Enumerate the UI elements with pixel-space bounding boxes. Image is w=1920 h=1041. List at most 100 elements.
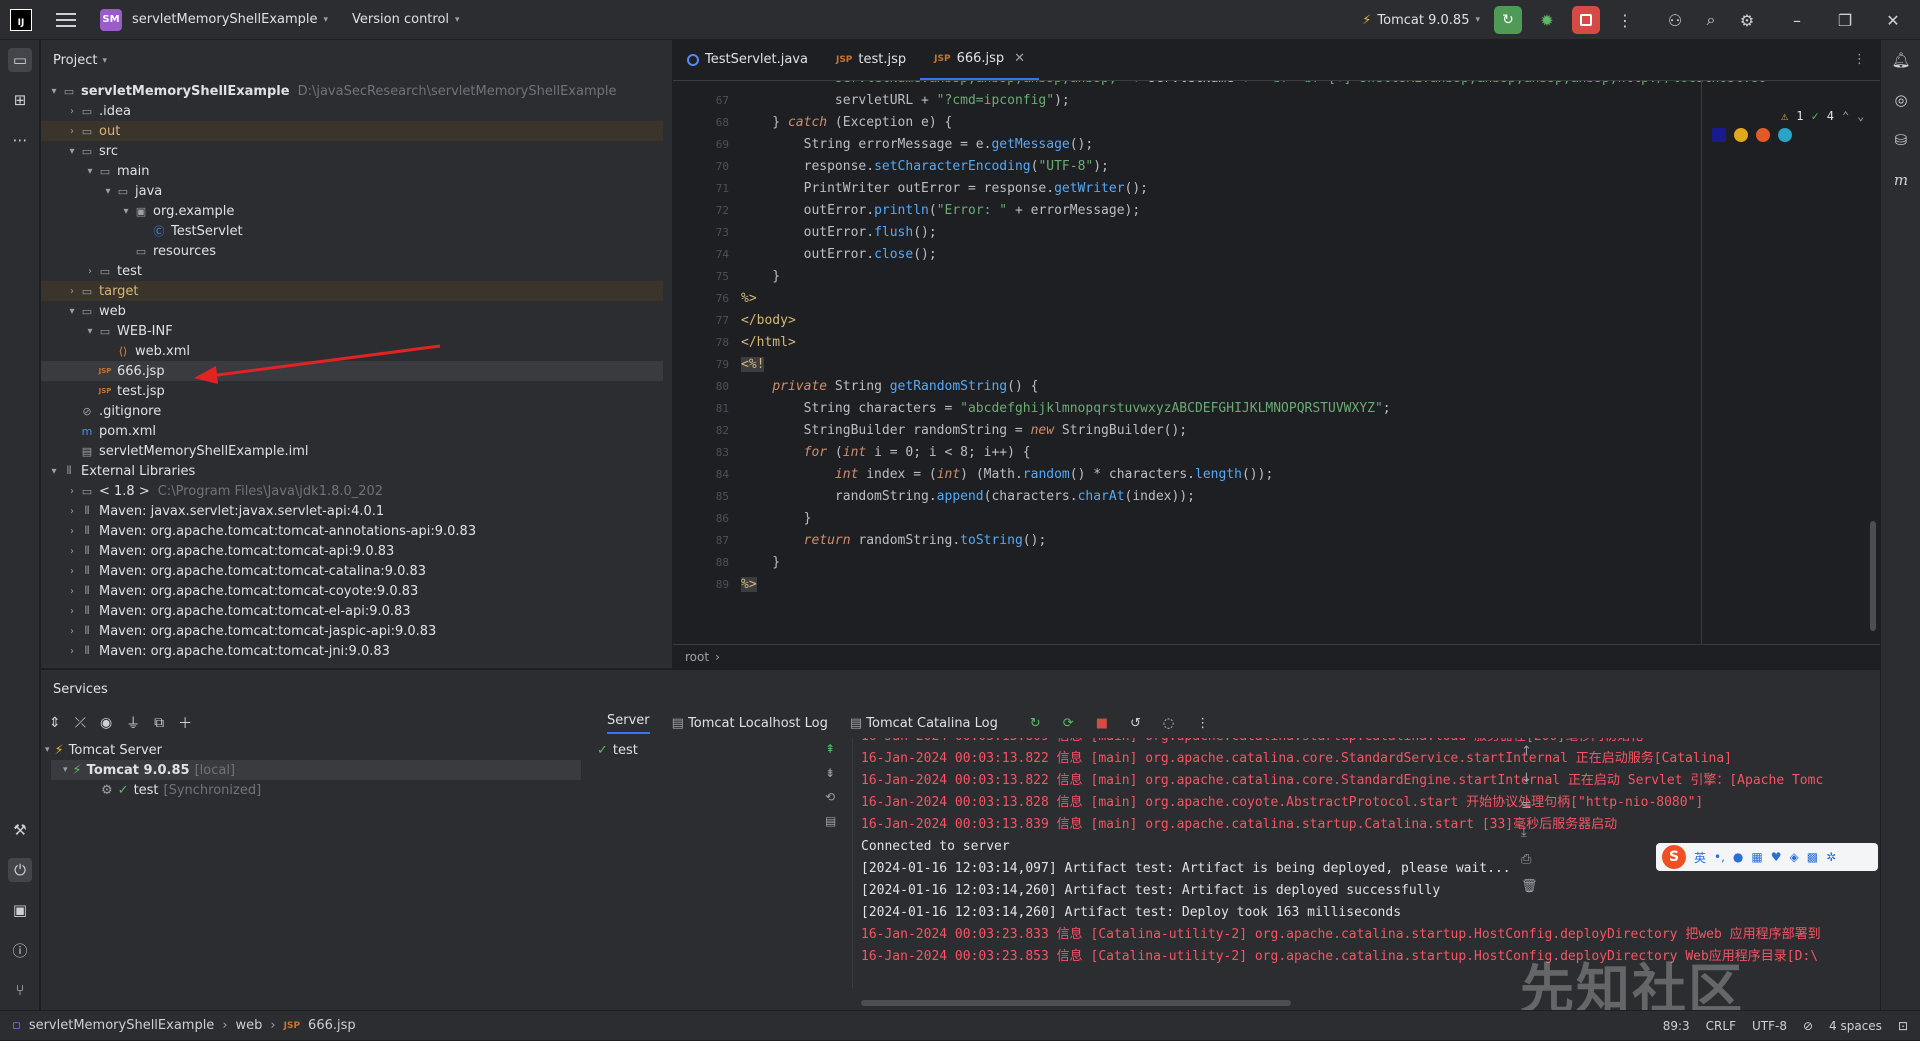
terminal-icon[interactable]: ▣ — [8, 898, 32, 922]
toolbox-icon[interactable]: ◈ — [1790, 850, 1799, 864]
tree-item[interactable]: m pom.xml — [41, 421, 663, 441]
tree-item[interactable]: ▾ ▭ java — [41, 181, 663, 201]
console-h-scrollbar[interactable] — [861, 1000, 1291, 1006]
tree-item[interactable]: Ⓒ TestServlet — [41, 221, 663, 241]
mic-icon[interactable]: ● — [1733, 850, 1743, 864]
chrome-icon[interactable] — [1734, 128, 1748, 142]
firefox-icon[interactable] — [1756, 128, 1770, 142]
expand-arrow-icon[interactable]: › — [65, 626, 79, 637]
filter-icon[interactable]: ⏚ — [126, 713, 140, 733]
expand-arrow-icon[interactable]: › — [65, 526, 79, 537]
tab-localhost-log[interactable]: ▤ Tomcat Localhost Log — [672, 716, 828, 731]
restart-icon[interactable]: ↺ — [1130, 716, 1141, 731]
expand-arrow-icon[interactable]: › — [83, 266, 97, 277]
close-tab-icon[interactable]: ✕ — [1014, 51, 1025, 66]
tree-item[interactable]: › ⫴ Maven: org.apache.tomcat:tomcat-annota… — [41, 521, 663, 541]
add-user-icon[interactable]: ⚇ — [1664, 11, 1686, 30]
tree-item[interactable]: ▭ resources — [41, 241, 663, 261]
structure-icon[interactable]: ⊞ — [8, 88, 32, 112]
code-area[interactable]: 67 68 69 70 71 72 73 74 75 76 77 78 79 80 81 82 83 84 85 86… — [673, 81, 1880, 644]
expand-all-icon[interactable]: ⇕ — [49, 715, 61, 731]
lock-icon[interactable]: ⊡ — [1898, 1019, 1908, 1033]
refresh-icon[interactable]: ⟲ — [825, 790, 836, 804]
undeploy-icon[interactable]: ⇟ — [825, 766, 836, 780]
tree-item[interactable]: ▾ ▭ servletMemoryShellExample D:\javaSecRes… — [41, 81, 663, 101]
chevron-up-icon[interactable]: ⌃ — [1842, 109, 1849, 123]
ime-lang[interactable]: 英 — [1694, 849, 1706, 866]
sogou-logo-icon[interactable]: S — [1662, 845, 1686, 869]
expand-arrow-icon[interactable]: › — [65, 106, 79, 117]
stop-icon[interactable]: ■ — [1096, 716, 1108, 731]
keyboard-icon[interactable]: ▦ — [1751, 850, 1762, 864]
view-options-icon[interactable]: ◉ — [100, 715, 112, 731]
scroll-up-icon[interactable]: ↑ — [1521, 744, 1538, 759]
intellij-logo-icon[interactable]: IJ — [10, 8, 32, 31]
expand-arrow-icon[interactable]: ▾ — [101, 186, 115, 197]
breadcrumb-root[interactable]: root — [685, 650, 709, 664]
more-tools-icon[interactable]: ⋯ — [8, 128, 32, 152]
problems-icon[interactable]: ⓘ — [8, 938, 32, 962]
expand-arrow-icon[interactable]: › — [65, 606, 79, 617]
run-config-selector[interactable]: ⚡ Tomcat 9.0.85 ▾ — [1362, 13, 1480, 28]
tab-666-jsp[interactable]: JSP 666.jsp ✕ — [920, 39, 1040, 80]
restore-icon[interactable]: ❐ — [1834, 11, 1856, 30]
tree-item[interactable]: › ⫴ Maven: org.apache.tomcat:tomcat-api:9.… — [41, 541, 663, 561]
update-app-icon[interactable]: ↻ — [1030, 716, 1041, 731]
expand-arrow-icon[interactable]: › — [65, 586, 79, 597]
build-icon[interactable]: ⚒ — [8, 818, 32, 842]
tree-item[interactable]: ▾ ▣ org.example — [41, 201, 663, 221]
tab-test-jsp[interactable]: JSP test.jsp — [822, 39, 920, 80]
main-menu-icon[interactable] — [56, 12, 76, 27]
expand-arrow-icon[interactable]: ▾ — [65, 146, 79, 157]
debug-icon[interactable]: ✹ — [1536, 11, 1558, 30]
expand-arrow-icon[interactable]: › — [65, 646, 79, 657]
scroll-down-icon[interactable]: ↓ — [1521, 771, 1538, 786]
print-icon[interactable]: ⎙ — [1521, 852, 1538, 867]
project-switcher[interactable]: servletMemoryShellExample ▾ — [132, 12, 328, 27]
intellij-browser-icon[interactable] — [1712, 128, 1726, 142]
apps-icon[interactable]: ▩ — [1807, 850, 1818, 864]
clear-icon[interactable]: 🗑︎ — [1521, 879, 1538, 894]
add-service-icon[interactable]: ＋ — [178, 713, 192, 733]
expand-arrow-icon[interactable]: › — [65, 286, 79, 297]
project-view-icon[interactable]: ▭ — [8, 48, 32, 72]
tree-item[interactable]: › ▭ out — [41, 121, 663, 141]
project-badge[interactable]: SM — [100, 8, 122, 31]
status-path-file[interactable]: 666.jsp — [308, 1018, 356, 1033]
expand-arrow-icon[interactable]: › — [65, 126, 79, 137]
expand-arrow-icon[interactable]: ▾ — [83, 326, 97, 337]
caret-position[interactable]: 89:3 — [1663, 1019, 1690, 1033]
skin-icon[interactable]: ♥ — [1771, 850, 1782, 864]
file-encoding[interactable]: UTF-8 — [1752, 1019, 1787, 1033]
status-path-folder[interactable]: web — [236, 1018, 263, 1033]
expand-arrow-icon[interactable]: ▾ — [119, 206, 133, 217]
rerun-button[interactable]: ↻ — [1494, 6, 1522, 34]
tree-item[interactable]: ▾ ▭ main — [41, 161, 663, 181]
expand-arrow-icon[interactable]: ▾ — [47, 466, 61, 477]
tab-server[interactable]: Server — [607, 713, 650, 734]
tree-node-test-artifact[interactable]: ⚙ ✓ test [Synchronized] — [101, 780, 261, 800]
expand-arrow-icon[interactable]: › — [65, 486, 79, 497]
maven-icon[interactable]: m — [1889, 168, 1913, 192]
minimize-icon[interactable]: – — [1786, 11, 1808, 30]
tree-item[interactable]: ▾ ▭ WEB-INF — [41, 321, 663, 341]
expand-arrow-icon[interactable]: › — [65, 546, 79, 557]
stop-button[interactable] — [1572, 6, 1600, 34]
collapse-all-icon[interactable]: ⤫ — [75, 715, 86, 731]
git-icon[interactable]: ⑂ — [8, 978, 32, 1002]
ai-assistant-icon[interactable]: ◎ — [1889, 88, 1913, 112]
status-path-project[interactable]: servletMemoryShellExample — [29, 1018, 215, 1033]
tree-item[interactable]: ▾ ▭ src — [41, 141, 663, 161]
tree-item[interactable]: ▾ ⫴ External Libraries — [41, 461, 663, 481]
tree-item[interactable]: › ⫴ Maven: org.apache.tomcat:tomcat-coyote… — [41, 581, 663, 601]
tree-item[interactable]: ▾ ▭ web — [41, 301, 663, 321]
soft-wrap-icon[interactable]: ≡ — [1521, 798, 1538, 813]
open-browser-icon[interactable]: ◌ — [1163, 716, 1174, 731]
tree-node-tomcat-server[interactable]: ▾ ⚡ Tomcat Server — [45, 740, 162, 760]
new-tab-icon[interactable]: ⧉ — [154, 715, 164, 731]
tree-item[interactable]: › ⫴ Maven: org.apache.tomcat:tomcat-el-api… — [41, 601, 663, 621]
tab-testservlet-java[interactable]: TestServlet.java — [673, 39, 822, 80]
expand-arrow-icon[interactable]: ▾ — [65, 306, 79, 317]
services-icon[interactable]: ⏻ — [8, 858, 32, 882]
expand-arrow-icon[interactable]: › — [65, 566, 79, 577]
